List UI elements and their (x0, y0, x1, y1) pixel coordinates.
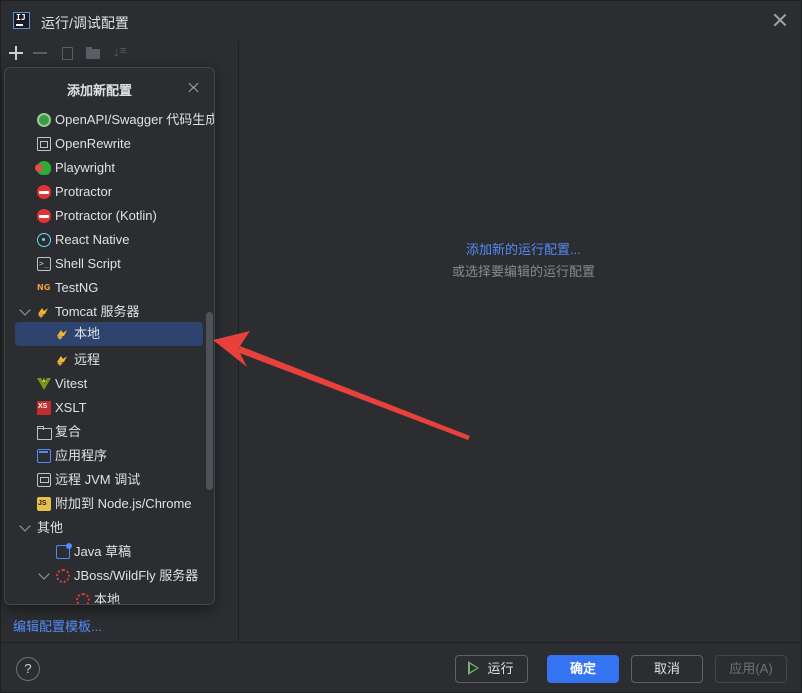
list-item-protractor-kotlin[interactable]: Protractor (Kotlin) (37, 204, 157, 228)
list-item-label: Protractor (55, 184, 113, 199)
list-item-label: XSLT (55, 400, 87, 415)
list-item-label: Protractor (Kotlin) (55, 208, 157, 223)
add-icon[interactable] (8, 45, 24, 61)
tomcat-icon (56, 327, 70, 341)
java-scratch-icon (56, 543, 72, 559)
list-item-application[interactable]: 应用程序 (37, 444, 107, 468)
tomcat-icon (56, 353, 70, 367)
edit-templates-link[interactable]: 编辑配置模板... (13, 616, 102, 635)
list-item-openrewrite[interactable]: OpenRewrite (37, 132, 131, 156)
list-item-label: JBoss/WildFly 服务器 (74, 568, 199, 583)
list-item-label: Java 草稿 (74, 544, 132, 559)
list-item-tomcat-remote[interactable]: 远程 (56, 348, 100, 372)
application-icon (37, 449, 51, 463)
list-item-label: Vitest (55, 376, 88, 391)
list-item-label: 其他 (37, 520, 64, 535)
play-icon (468, 661, 480, 675)
select-config-hint: 或选择要编辑的运行配置 (452, 264, 596, 279)
chevron-down-icon[interactable] (38, 568, 52, 583)
popup-title: 添加新配置 (67, 83, 133, 98)
list-item-label: Playwright (55, 160, 115, 175)
run-label: 运行 (487, 661, 514, 676)
list-item-tomcat[interactable]: Tomcat 服务器 (19, 300, 140, 324)
list-item-jboss[interactable]: JBoss/WildFly 服务器 (38, 564, 198, 588)
openrewrite-icon (37, 137, 51, 151)
tomcat-icon (37, 305, 51, 319)
copy-icon[interactable] (59, 45, 75, 61)
folder-icon[interactable] (85, 45, 101, 61)
run-button[interactable]: 运行 (455, 655, 528, 683)
config-details-panel: 添加新的运行配置... 或选择要编辑的运行配置 (240, 41, 802, 641)
protractor-icon (37, 209, 51, 223)
list-item-label: TestNG (55, 280, 99, 295)
remote-jvm-icon (37, 473, 51, 487)
xslt-icon (37, 395, 51, 419)
openapi-icon (37, 113, 51, 127)
popup-scrollbar[interactable] (206, 312, 213, 490)
list-item-jboss-local[interactable]: 本地 (76, 588, 121, 605)
list-item-label: 本地 (74, 326, 101, 341)
list-item-label: Tomcat 服务器 (55, 304, 140, 319)
list-item-java-scratch[interactable]: Java 草稿 (56, 540, 131, 564)
list-item-label: 远程 JVM 调试 (55, 472, 141, 487)
close-icon[interactable] (773, 13, 787, 27)
compound-icon (37, 425, 52, 440)
chevron-down-icon[interactable] (19, 520, 33, 535)
list-item-openapi[interactable]: OpenAPI/Swagger 代码生成 (37, 108, 215, 132)
remove-icon[interactable] (32, 45, 48, 61)
vitest-icon (37, 377, 51, 391)
list-item-remote-jvm[interactable]: 远程 JVM 调试 (37, 468, 140, 492)
list-item-label: React Native (55, 232, 130, 247)
list-item-playwright[interactable]: Playwright (35, 156, 115, 180)
list-item-other[interactable]: 其他 (19, 516, 63, 540)
list-item-tomcat-local[interactable]: 本地 (15, 322, 203, 346)
list-item-compound[interactable]: 复合 (37, 420, 81, 444)
apply-button[interactable]: 应用(A) (715, 655, 787, 683)
collapse-icon[interactable] (188, 81, 200, 95)
add-new-config-popup: 添加新配置 OpenAPI/Swagger 代码生成 OpenRewrite P… (4, 67, 215, 605)
add-new-config-link[interactable]: 添加新的运行配置... (466, 239, 581, 258)
list-item-label: 应用程序 (55, 448, 108, 463)
intellij-logo-icon: IJ (13, 12, 30, 29)
list-item-protractor[interactable]: Protractor (37, 180, 112, 204)
protractor-icon (37, 185, 51, 199)
list-item-label: 复合 (55, 424, 82, 439)
playwright-icon (35, 161, 51, 175)
chevron-down-icon[interactable] (19, 304, 33, 319)
jboss-icon (76, 593, 90, 604)
testng-icon (37, 276, 51, 300)
list-item-label: Shell Script (55, 256, 121, 271)
help-button[interactable]: ? (16, 657, 40, 681)
list-item-label: 附加到 Node.js/Chrome (55, 496, 192, 511)
list-item-testng[interactable]: TestNG (37, 276, 98, 300)
list-item-label: 本地 (94, 592, 121, 605)
list-item-vitest[interactable]: Vitest (37, 372, 87, 396)
sort-icon[interactable] (111, 44, 127, 61)
react-icon (37, 233, 51, 247)
shell-script-icon (37, 252, 51, 276)
popup-header: 添加新配置 (5, 68, 214, 106)
config-toolbar (1, 41, 239, 65)
list-item-label: OpenRewrite (55, 136, 131, 151)
ok-button[interactable]: 确定 (547, 655, 619, 683)
cancel-button[interactable]: 取消 (631, 655, 703, 683)
dialog-footer: ? 运行 确定 取消 应用(A) (1, 642, 801, 693)
list-item-label: 远程 (74, 352, 101, 367)
title-bar: IJ 运行/调试配置 (1, 1, 801, 41)
list-item-xslt[interactable]: XSLT (37, 395, 87, 420)
jboss-icon (56, 569, 70, 583)
list-item-label: OpenAPI/Swagger 代码生成 (55, 112, 215, 127)
list-item-react-native[interactable]: React Native (37, 228, 129, 252)
logo-text: IJ (16, 13, 26, 22)
dialog-title: 运行/调试配置 (41, 15, 129, 31)
nodejs-icon (37, 492, 51, 516)
list-item-attach-nodejs[interactable]: 附加到 Node.js/Chrome (37, 492, 192, 516)
list-item-shell-script[interactable]: Shell Script (37, 252, 121, 276)
